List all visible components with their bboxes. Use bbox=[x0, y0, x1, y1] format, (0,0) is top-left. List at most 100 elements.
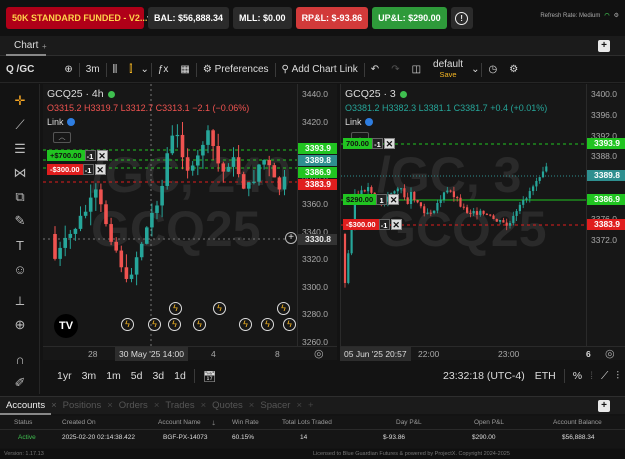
clock-readout[interactable]: 23:32:18 (UTC-4) bbox=[443, 370, 525, 382]
economic-event-icon[interactable]: ϟ bbox=[283, 318, 296, 331]
close-icon[interactable]: ✕ bbox=[390, 219, 402, 230]
preferences-button[interactable]: ⚙ Preferences bbox=[197, 57, 275, 83]
chart-link[interactable]: Link bbox=[345, 117, 373, 127]
add-tab-icon[interactable]: + bbox=[308, 400, 314, 411]
alert-clock-icon[interactable]: ◷ bbox=[482, 57, 503, 83]
add-symbol-icon[interactable]: ⊕ bbox=[58, 57, 78, 83]
maximize-button[interactable]: + bbox=[598, 40, 610, 52]
settings-icon[interactable]: ◎ bbox=[314, 347, 324, 360]
economic-event-icon[interactable]: ϟ bbox=[168, 318, 181, 331]
prediction-icon[interactable]: ⧉ bbox=[11, 188, 29, 206]
add-tab-button[interactable]: + bbox=[42, 42, 47, 51]
time-scale-3m[interactable]: 05 Jun '25 20:57 22:00 23:00 6 ◎ bbox=[340, 346, 625, 361]
percent-toggle[interactable]: % bbox=[573, 370, 582, 382]
session-toggle[interactable]: ETH bbox=[535, 370, 556, 382]
col-header-account-name[interactable]: Account Name bbox=[158, 419, 201, 426]
layout-selector[interactable]: default Save bbox=[427, 57, 469, 83]
account-name-cell[interactable]: BGF-PX-14073 bbox=[163, 434, 207, 441]
range-3m[interactable]: 3m bbox=[82, 370, 97, 382]
settings-icon[interactable]: ◎ bbox=[605, 347, 615, 360]
close-icon[interactable]: ✕ bbox=[388, 194, 400, 205]
ruler-icon[interactable]: ⟂ bbox=[11, 292, 29, 310]
pattern-icon[interactable]: ⋈ bbox=[11, 164, 29, 182]
position-order[interactable]: $290.00 1 ✕ bbox=[343, 194, 400, 205]
settings-icon[interactable]: ⚙ bbox=[503, 57, 524, 83]
economic-event-icon[interactable]: ϟ bbox=[121, 318, 134, 331]
stop-loss-order[interactable]: -$300.00 -1 ✕ bbox=[343, 219, 402, 230]
log-scale-icon[interactable]: ⟋ bbox=[601, 370, 608, 383]
chevron-down-icon[interactable]: ⌄ bbox=[138, 57, 150, 83]
take-profit-order[interactable]: +$700.00 -1 ✕ bbox=[47, 150, 108, 161]
chevron-down-icon[interactable]: ⌄ bbox=[469, 57, 481, 83]
tab-orders[interactable]: Orders bbox=[113, 400, 154, 411]
col-header-status[interactable]: Status bbox=[14, 419, 32, 426]
stop-loss-order[interactable]: -$300.00 -1 ✕ bbox=[47, 164, 106, 175]
add-chart-link-button[interactable]: ⚲ Add Chart Link bbox=[276, 57, 364, 83]
close-icon[interactable]: ✕ bbox=[94, 164, 106, 175]
maximize-button[interactable]: + bbox=[598, 400, 610, 412]
brush-icon[interactable]: ✎ bbox=[11, 212, 29, 230]
close-icon[interactable]: × bbox=[296, 400, 302, 411]
col-header-day-pnl[interactable]: Day P&L bbox=[396, 419, 422, 426]
col-header-created[interactable]: Created On bbox=[62, 419, 96, 426]
time-scale-4h[interactable]: 28 30 May '25 14:00 4 8 ◎ bbox=[43, 346, 337, 361]
crosshair-icon[interactable]: ✛ bbox=[11, 92, 29, 110]
magnet-icon[interactable]: ∩ bbox=[11, 350, 29, 368]
add-order-crosshair-icon[interactable]: + bbox=[285, 232, 297, 244]
auto-scale-icon[interactable]: ⫶ bbox=[616, 370, 619, 383]
economic-event-icon[interactable]: ϟ bbox=[213, 302, 226, 315]
tab-quotes[interactable]: Quotes bbox=[206, 400, 249, 411]
undo-icon[interactable]: ↶ bbox=[365, 57, 385, 83]
candlestick-plot-3m[interactable] bbox=[341, 84, 586, 346]
economic-event-icon[interactable]: ϟ bbox=[277, 302, 290, 315]
tab-spacer[interactable]: Spacer bbox=[254, 400, 296, 411]
text-tool-icon[interactable]: T bbox=[11, 236, 29, 254]
account-selector[interactable]: 50K STANDARD FUNDED - V2... ▾ bbox=[6, 7, 152, 29]
redo-icon[interactable]: ↷ bbox=[385, 57, 405, 83]
range-1m[interactable]: 1m bbox=[106, 370, 121, 382]
candle-body bbox=[541, 171, 545, 178]
tab-accounts[interactable]: Accounts bbox=[0, 397, 52, 415]
economic-event-icon[interactable]: ϟ bbox=[169, 302, 182, 315]
zoom-in-icon[interactable]: ⊕ bbox=[11, 316, 29, 334]
economic-event-icon[interactable]: ϟ bbox=[148, 318, 161, 331]
symbol-search[interactable]: Q /GC bbox=[0, 57, 40, 83]
col-header-lots[interactable]: Total Lots Traded bbox=[282, 419, 332, 426]
chart-link[interactable]: Link bbox=[47, 117, 75, 127]
lock-drawing-icon[interactable]: ✐ bbox=[11, 374, 29, 392]
range-5d[interactable]: 5d bbox=[131, 370, 143, 382]
info-button[interactable]: ! bbox=[450, 7, 473, 29]
tab-positions[interactable]: Positions bbox=[57, 400, 108, 411]
fib-icon[interactable]: ☰ bbox=[11, 140, 29, 158]
calendar-icon[interactable]: 📅︎ bbox=[203, 370, 216, 383]
economic-event-icon[interactable]: ϟ bbox=[239, 318, 252, 331]
take-profit-order[interactable]: 700.00 -1 ✕ bbox=[343, 138, 395, 149]
tab-trades[interactable]: Trades bbox=[159, 400, 200, 411]
price-scale-4h[interactable]: 3440.03420.03400.03380.03360.03340.03320… bbox=[297, 84, 337, 346]
sort-arrow-icon[interactable]: 🡓︎ bbox=[212, 419, 215, 430]
range-3d[interactable]: 3d bbox=[152, 370, 164, 382]
chart-pane-3m[interactable]: /GC, 3 GCQ25 GCQ25 · 3 O3381.2 H3382.3 L… bbox=[340, 84, 625, 346]
layout-icon[interactable]: ◫ bbox=[406, 57, 427, 83]
refresh-rate[interactable]: Refresh Rate: Medium ◠ ⚙ bbox=[540, 12, 619, 20]
col-header-open-pnl[interactable]: Open P&L bbox=[474, 419, 504, 426]
interval-selector[interactable]: 3m bbox=[80, 57, 106, 83]
economic-event-icon[interactable]: ϟ bbox=[261, 318, 274, 331]
trend-line-icon[interactable]: ⟋ bbox=[11, 116, 29, 134]
candles-icon[interactable]: ⫿ bbox=[123, 57, 138, 83]
range-1d[interactable]: 1d bbox=[174, 370, 186, 382]
range-1yr[interactable]: 1yr bbox=[57, 370, 72, 382]
collapse-legend-button[interactable]: ︿ bbox=[53, 132, 71, 143]
economic-event-icon[interactable]: ϟ bbox=[193, 318, 206, 331]
indicators-icon[interactable]: ƒx bbox=[152, 57, 175, 83]
close-icon[interactable]: ✕ bbox=[383, 138, 395, 149]
chart-pane-4h[interactable]: /GC, 240 GCQ25 GCQ25 · 4h O3315.2 H3319.… bbox=[43, 84, 337, 346]
bar-style-icon[interactable]: ⫼ bbox=[107, 57, 124, 83]
templates-icon[interactable]: ▦ bbox=[174, 57, 195, 83]
col-header-balance[interactable]: Account Balance bbox=[553, 419, 602, 426]
tab-chart[interactable]: Chart bbox=[6, 36, 47, 56]
price-scale-3m[interactable]: 3400.03396.03392.03388.03384.03380.03376… bbox=[586, 84, 625, 346]
emoji-icon[interactable]: ☺ bbox=[11, 260, 29, 278]
close-icon[interactable]: ✕ bbox=[96, 150, 108, 161]
col-header-win-rate[interactable]: Win Rate bbox=[232, 419, 259, 426]
